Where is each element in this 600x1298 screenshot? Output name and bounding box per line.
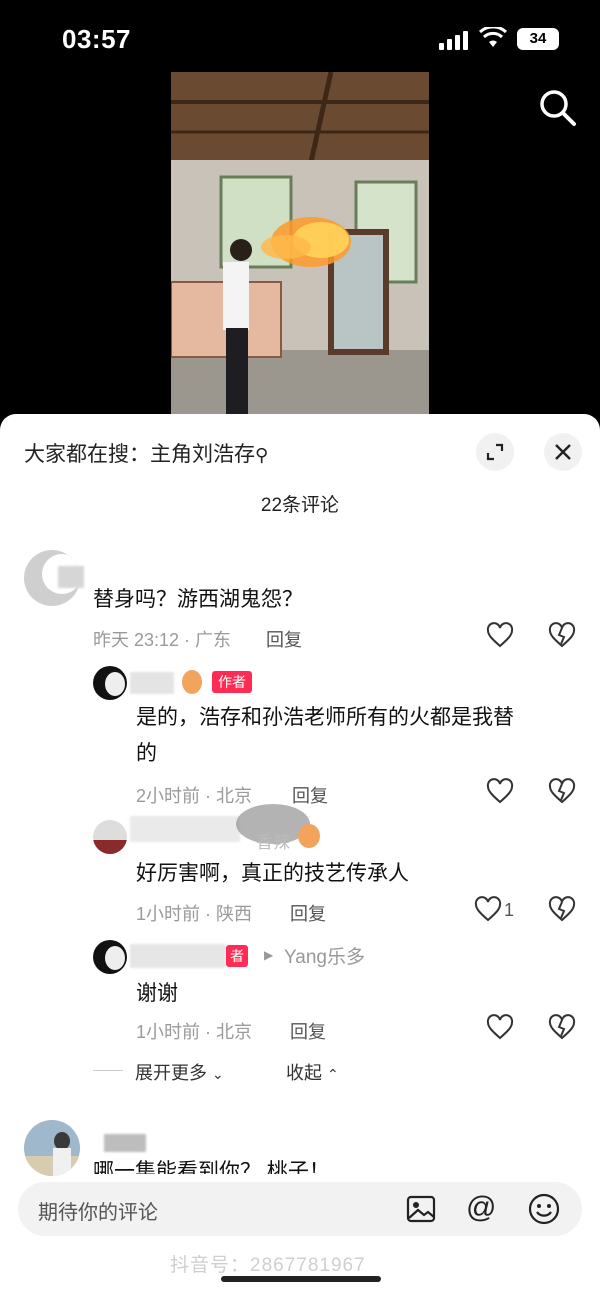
comment-sheet: 大家都在搜：主角刘浩存⚲ 22条评论 替身吗？游西湖鬼怨？ 昨天 23:12 ·… — [0, 414, 600, 1298]
search-suggestion-text: 大家都在搜：主角刘浩存 — [24, 443, 255, 466]
like-icon[interactable] — [486, 1014, 514, 1042]
search-icon[interactable] — [536, 86, 578, 128]
comment-text-continued: 的 — [136, 742, 157, 765]
reply-button[interactable]: 回复 — [290, 1018, 326, 1044]
avatar[interactable] — [93, 940, 127, 974]
reply-button[interactable]: 回复 — [292, 782, 328, 808]
username-partial: 香辣 — [256, 833, 290, 852]
video-player[interactable] — [171, 72, 429, 417]
comment-meta: 1小时前 · 陕西 — [136, 904, 253, 924]
dislike-icon[interactable] — [548, 778, 576, 806]
author-tag: 者 — [226, 945, 248, 967]
search-small-icon: ⚲ — [255, 445, 269, 465]
like-icon[interactable] — [486, 778, 514, 806]
comment-text: 谢谢 — [136, 982, 178, 1005]
author-tag: 作者 — [212, 671, 252, 693]
peach-emoji-icon — [298, 824, 320, 848]
collapse-button[interactable]: 收起 ⌃ — [286, 1059, 339, 1085]
comment-meta: 昨天 23:12 · 广东 — [93, 630, 232, 650]
chevron-up-icon: ⌃ — [327, 1066, 339, 1082]
avatar[interactable] — [93, 820, 127, 854]
expand-more-button[interactable]: 展开更多 ⌄ — [135, 1059, 224, 1085]
avatar[interactable] — [93, 666, 127, 700]
expand-more-label: 展开更多 — [135, 1063, 207, 1083]
dislike-icon[interactable] — [548, 622, 576, 650]
peach-emoji-icon — [182, 670, 202, 694]
reply-button[interactable]: 回复 — [290, 900, 326, 926]
dislike-icon[interactable] — [548, 896, 576, 924]
mention-icon[interactable]: @ — [466, 1190, 496, 1226]
comment-text: 哪一集能看到你？ 桃子！ — [93, 1160, 330, 1174]
comment-text: 替身吗？游西湖鬼怨？ — [93, 588, 303, 611]
username-redacted — [130, 672, 174, 694]
divider — [93, 1070, 123, 1071]
username-redacted — [58, 566, 84, 588]
username-redacted — [130, 944, 226, 968]
close-button[interactable] — [544, 433, 582, 471]
username-redacted — [104, 1134, 146, 1152]
comment-text: 好厉害啊，真正的技艺传承人 — [136, 862, 409, 885]
home-indicator[interactable] — [221, 1276, 381, 1282]
comment-text: 是的，浩存和孙浩老师所有的火都是我替 — [136, 706, 514, 729]
avatar[interactable] — [24, 1120, 80, 1176]
dislike-icon[interactable] — [548, 1014, 576, 1042]
cellular-signal-icon — [439, 30, 469, 50]
chevron-down-icon: ⌄ — [212, 1066, 224, 1082]
search-suggestion[interactable]: 大家都在搜：主角刘浩存⚲ — [24, 438, 268, 468]
reply-to-user[interactable]: Yang乐多 — [284, 942, 365, 969]
reply-button[interactable]: 回复 — [266, 626, 302, 652]
comment-meta: 1小时前 · 北京 — [136, 1022, 253, 1042]
comment-meta: 2小时前 · 北京 — [136, 786, 253, 806]
battery-indicator: 34 — [517, 28, 559, 50]
like-icon[interactable] — [474, 896, 502, 924]
emoji-icon[interactable] — [528, 1193, 560, 1225]
comment-input[interactable]: 期待你的评论 @ — [18, 1182, 582, 1236]
wifi-icon — [479, 27, 507, 47]
expand-icon — [486, 443, 504, 461]
status-bar: 03:57 34 — [0, 0, 600, 80]
status-time: 03:57 — [62, 24, 131, 54]
username-redacted — [130, 816, 240, 842]
comment-count: 22条评论 — [260, 495, 340, 516]
collapse-label: 收起 — [286, 1063, 322, 1083]
close-icon — [555, 444, 571, 460]
like-count: 1 — [504, 900, 515, 920]
expand-button[interactable] — [476, 433, 514, 471]
like-icon[interactable] — [486, 622, 514, 650]
reply-arrow-icon: ▶ — [264, 948, 274, 962]
video-frame-image — [171, 72, 429, 417]
comment-input-placeholder: 期待你的评论 — [38, 1202, 158, 1224]
image-icon[interactable] — [406, 1195, 436, 1223]
watermark: 抖音号：2867781967 — [170, 1255, 366, 1276]
